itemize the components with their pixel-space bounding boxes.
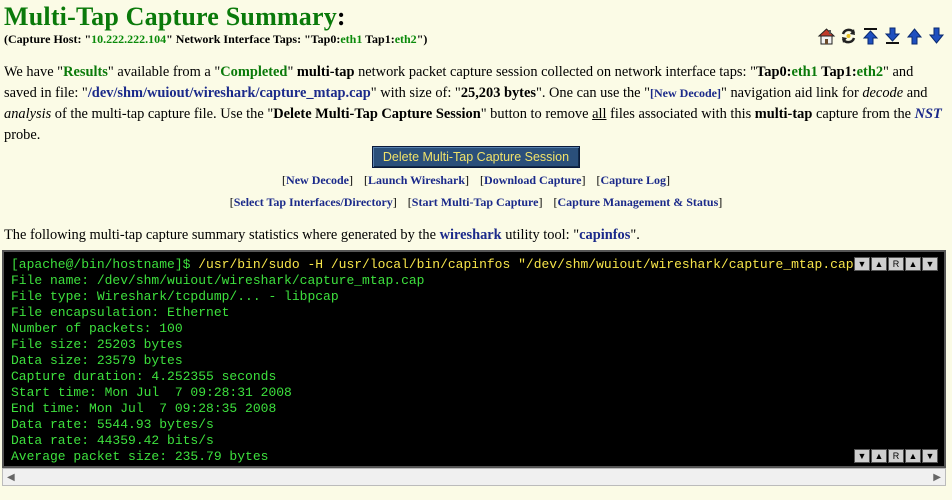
scroll-top-icon[interactable] [861, 26, 880, 46]
terminal-refresh-button[interactable]: R [888, 257, 904, 271]
scroll-bottom-icon[interactable] [883, 26, 902, 46]
scroll-left-icon[interactable]: ◀ [7, 472, 15, 483]
terminal-line: Capture duration: 4.252355 seconds [11, 369, 277, 384]
terminal-line: Average packet size: 235.79 bytes [11, 449, 269, 464]
page-down-icon[interactable] [927, 26, 946, 46]
terminal-line: File type: Wireshark/tcpdump/... - libpc… [11, 289, 339, 304]
nav-links-secondary: [Select Tap Interfaces/Directory] [Start… [229, 195, 723, 209]
start-multitap-capture-link[interactable]: Start Multi-Tap Capture [412, 195, 539, 209]
delete-session-button[interactable]: Delete Multi-Tap Capture Session [371, 146, 581, 168]
terminal-line: Data rate: 5544.93 bytes/s [11, 417, 214, 432]
page-title: Multi-Tap Capture Summary: [4, 2, 346, 31]
scroll-right-icon[interactable]: ▶ [933, 472, 941, 483]
terminal-line: Data rate: 44359.42 bits/s [11, 433, 214, 448]
terminal-line: File encapsulation: Ethernet [11, 305, 230, 320]
terminal-horizontal-scrollbar[interactable]: ◀ ▶ [2, 468, 946, 486]
new-decode-link[interactable]: New Decode [286, 173, 349, 187]
capture-file-path: /dev/shm/wuiout/wireshark/capture_mtap.c… [87, 85, 371, 101]
capture-management-link[interactable]: Capture Management & Status [557, 195, 718, 209]
terminal-command-line: [apache@/bin/hostname]$ /usr/bin/sudo -H… [11, 257, 870, 272]
terminal-line: File size: 25203 bytes [11, 337, 183, 352]
delete-button-row: Delete Multi-Tap Capture Session [0, 146, 952, 168]
capinfos-terminal[interactable]: ▼ ▲ R ▲ ▼ [apache@/bin/hostname]$ /usr/b… [2, 250, 946, 468]
terminal-top-button[interactable]: ▲ [905, 449, 921, 463]
home-icon[interactable] [817, 26, 836, 46]
nav-toolbar [817, 26, 946, 46]
capture-file-size: 25,203 bytes [460, 85, 536, 101]
launch-wireshark-link[interactable]: Launch Wireshark [368, 173, 465, 187]
intro-paragraph: We have "Results" available from a "Comp… [4, 64, 942, 143]
new-decode-inline-link[interactable]: [New Decode] [650, 86, 721, 100]
terminal-line: Start time: Mon Jul 7 09:28:31 2008 [11, 385, 292, 400]
page-header: Multi-Tap Capture Summary: (Capture Host… [4, 2, 427, 46]
terminal-scroll-up-button[interactable]: ▲ [871, 257, 887, 271]
terminal-scroll-down-button[interactable]: ▼ [854, 257, 870, 271]
terminal-controls-bottom: ▼ ▲ R ▲ ▼ [854, 449, 938, 463]
terminal-scroll-down-button[interactable]: ▼ [854, 449, 870, 463]
download-capture-link[interactable]: Download Capture [484, 173, 581, 187]
select-tap-interfaces-link[interactable]: Select Tap Interfaces/Directory [234, 195, 393, 209]
terminal-refresh-button[interactable]: R [888, 449, 904, 463]
terminal-line: Number of packets: 100 [11, 321, 183, 336]
stats-intro-text: The following multi-tap capture summary … [4, 227, 640, 243]
nst-link[interactable]: NST [915, 106, 942, 122]
page-subtitle: (Capture Host: "10.222.222.104" Network … [4, 32, 428, 46]
nav-links-primary: [New Decode] [Launch Wireshark] [Downloa… [282, 173, 670, 187]
terminal-bottom-button[interactable]: ▼ [922, 257, 938, 271]
terminal-bottom-button[interactable]: ▼ [922, 449, 938, 463]
refresh-icon[interactable] [839, 26, 858, 46]
terminal-line: File name: /dev/shm/wuiout/wireshark/cap… [11, 273, 425, 288]
capture-host: 10.222.222.104 [91, 32, 167, 46]
page-up-icon[interactable] [905, 26, 924, 46]
terminal-top-button[interactable]: ▲ [905, 257, 921, 271]
terminal-line: Data size: 23579 bytes [11, 353, 183, 368]
terminal-scroll-up-button[interactable]: ▲ [871, 449, 887, 463]
terminal-line: End time: Mon Jul 7 09:28:35 2008 [11, 401, 277, 416]
terminal-controls-top: ▼ ▲ R ▲ ▼ [854, 257, 938, 271]
capture-log-link[interactable]: Capture Log [601, 173, 666, 187]
